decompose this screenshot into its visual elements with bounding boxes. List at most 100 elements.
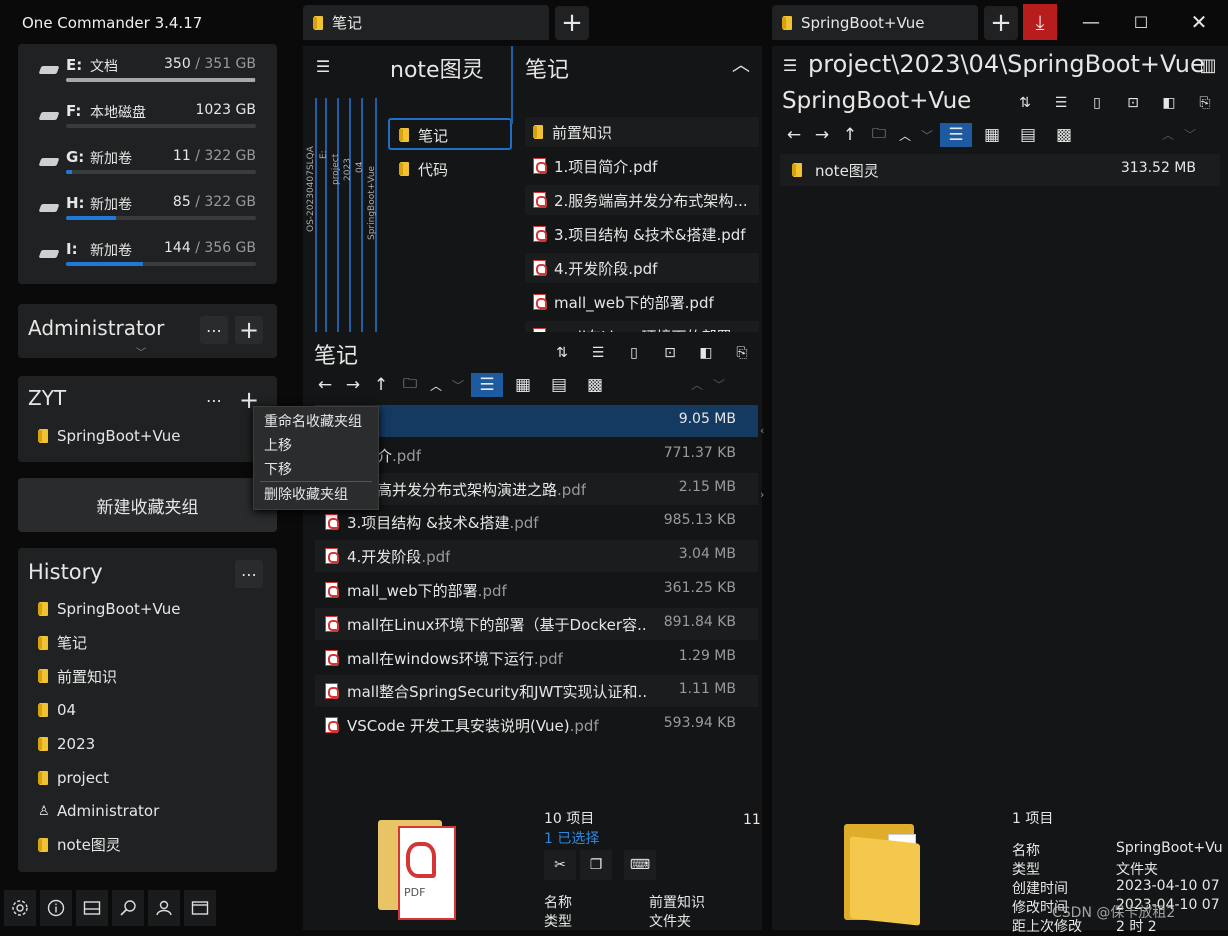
file-row[interactable]: mall在Linux环境下的部署（基于Docker容... 891.84 KB	[315, 607, 758, 640]
chevron-down-icon[interactable]: ﹀	[713, 376, 725, 393]
new-folder-icon[interactable]: ⊡	[1118, 90, 1148, 116]
window-icon[interactable]	[184, 890, 216, 926]
new-file-icon[interactable]: ▯	[1082, 90, 1112, 116]
view-list-icon[interactable]: ☰	[471, 373, 503, 397]
paste-icon[interactable]: ⎘	[1190, 90, 1220, 116]
chevron-down-icon[interactable]: ﹀	[918, 122, 936, 148]
new-tab-button[interactable]: +	[555, 6, 589, 40]
file-row[interactable]: 务端高并发分布式架构演进之路.pdf 2.15 MB	[315, 472, 758, 505]
view-list-icon[interactable]: ☰	[940, 123, 972, 147]
up-icon[interactable]: ↑	[838, 122, 862, 148]
maximize-button[interactable]: ☐	[1118, 4, 1164, 40]
drive-item[interactable]: H: 新加卷 85 / 322 GB	[18, 192, 277, 234]
history-item[interactable]: 2023	[38, 733, 258, 755]
breadcrumb-vertical-item[interactable]: E:	[319, 150, 329, 270]
new-folder-icon[interactable]: ⊡	[655, 340, 685, 366]
breadcrumb-vertical-item[interactable]: project	[331, 154, 341, 274]
back-icon[interactable]: ←	[782, 122, 806, 148]
forward-icon[interactable]: →	[810, 122, 834, 148]
new-group-button[interactable]: 新建收藏夹组	[18, 478, 277, 532]
close-button[interactable]: ✕	[1176, 4, 1222, 40]
view-grid-icon[interactable]: ▦	[507, 373, 539, 397]
collapse-left-icon[interactable]: ‹	[760, 424, 764, 437]
menu-icon[interactable]: ☰	[776, 50, 804, 80]
user-icon[interactable]	[148, 890, 180, 926]
columns-icon[interactable]: ▥	[1194, 50, 1222, 80]
new-file-icon[interactable]: ▯	[619, 340, 649, 366]
column2-item[interactable]: 4.开发阶段.pdf	[525, 253, 759, 283]
column2-item[interactable]: 3.项目结构 &技术&搭建.pdf	[525, 219, 759, 249]
history-item[interactable]: project	[38, 767, 258, 789]
context-menu-item[interactable]: 删除收藏夹组	[260, 481, 372, 505]
history-item[interactable]: 笔记	[38, 632, 258, 654]
menu-icon[interactable]: ☰	[309, 52, 337, 80]
details-icon[interactable]: ☰	[583, 340, 613, 366]
more-icon[interactable]: ⋯	[200, 316, 228, 344]
file-row[interactable]: 3.项目结构 &技术&搭建.pdf 985.13 KB	[315, 506, 758, 538]
column1-item[interactable]: 笔记	[399, 124, 448, 146]
more-icon[interactable]: ⋯	[200, 386, 228, 414]
chevron-up-icon[interactable]: ︿	[691, 376, 703, 393]
info-icon[interactable]	[40, 890, 72, 926]
sort-icon[interactable]: ⇅	[547, 340, 577, 366]
file-row[interactable]: note图灵 313.52 MB	[780, 154, 1220, 186]
context-menu-item[interactable]: 重命名收藏夹组	[254, 409, 378, 433]
more-icon[interactable]: ⋯	[235, 560, 263, 588]
drive-item[interactable]: I: 新加卷 144 / 356 GB	[18, 238, 277, 280]
rename-icon[interactable]: ⌨	[624, 850, 656, 880]
drive-item[interactable]: G: 新加卷 11 / 322 GB	[18, 146, 277, 188]
chevron-up-icon[interactable]: ︿	[427, 372, 445, 398]
download-icon[interactable]: ⤓	[1023, 4, 1057, 40]
history-item[interactable]: note图灵	[38, 834, 258, 856]
splitter[interactable]	[762, 332, 768, 930]
gear-icon[interactable]	[4, 890, 36, 926]
add-icon[interactable]: +	[235, 316, 263, 344]
file-row[interactable]: mall_web下的部署.pdf 361.25 KB	[315, 574, 758, 606]
up-icon[interactable]: ↑	[369, 372, 393, 398]
sort-icon[interactable]: ⇅	[1010, 90, 1040, 116]
new-tab-button[interactable]: +	[984, 6, 1018, 40]
chevron-up-icon[interactable]: ︿	[727, 50, 755, 78]
history-item[interactable]: ♙ Administrator	[38, 800, 258, 822]
paste-icon[interactable]: ⎘	[727, 340, 757, 366]
tab-notes[interactable]: 笔记	[303, 5, 549, 40]
file-row[interactable]: 目简介.pdf771.37 KB	[315, 439, 758, 471]
collapse-right-icon[interactable]: ›	[760, 488, 764, 501]
breadcrumb-vertical-item[interactable]: SpringBoot+Vue	[367, 166, 377, 286]
breadcrumb-vertical-item[interactable]: OS-20230407SLQA	[306, 146, 316, 266]
folder-open-icon[interactable]: 🗀	[397, 372, 423, 398]
column2-item[interactable]: 前置知识	[525, 117, 759, 147]
details-icon[interactable]: ☰	[1046, 90, 1076, 116]
drive-item[interactable]: E: 文档 350 / 351 GB	[18, 54, 277, 96]
column2-item[interactable]: 1.项目简介.pdf	[525, 151, 759, 181]
chevron-up-icon[interactable]: ︿	[1162, 126, 1174, 143]
back-icon[interactable]: ←	[313, 372, 337, 398]
column1-item[interactable]: 代码	[399, 158, 448, 180]
path-bar[interactable]: project\2023\04\SpringBoot+Vue	[808, 50, 1205, 78]
view-grid-icon[interactable]: ▦	[976, 123, 1008, 147]
view-tiles-icon[interactable]: ▤	[543, 373, 575, 397]
chevron-down-icon[interactable]: ﹀	[1184, 126, 1196, 143]
view-large-icon[interactable]: ▩	[1048, 123, 1080, 147]
panel-icon[interactable]	[76, 890, 108, 926]
fav-item[interactable]: SpringBoot+Vue	[38, 426, 180, 446]
drive-item[interactable]: F: 本地磁盘 1023 GB	[18, 100, 277, 142]
column2-item[interactable]: mall在Linux环境下的部署	[525, 321, 759, 332]
file-row[interactable]: mall在windows环境下运行.pdf 1.29 MB	[315, 642, 758, 674]
folder-open-icon[interactable]: 🗀	[866, 122, 892, 148]
minimize-button[interactable]: —	[1068, 4, 1114, 40]
context-menu-item[interactable]: 下移	[254, 457, 378, 481]
history-item[interactable]: SpringBoot+Vue	[38, 598, 258, 620]
column2-item[interactable]: 2.服务端高并发分布式架构...	[525, 185, 759, 215]
view-tiles-icon[interactable]: ▤	[1012, 123, 1044, 147]
chevron-down-icon[interactable]: ﹀	[136, 344, 146, 359]
copy-icon[interactable]: ❐	[580, 850, 612, 880]
history-item[interactable]: 前置知识	[38, 665, 258, 687]
file-row[interactable]: mall整合SpringSecurity和JWT实现认证和... 1.11 MB	[315, 675, 758, 708]
cut-icon[interactable]: ✂	[544, 850, 576, 880]
view-large-icon[interactable]: ▩	[579, 373, 611, 397]
search-icon[interactable]	[112, 890, 144, 926]
note-icon[interactable]: ◧	[691, 340, 721, 366]
forward-icon[interactable]: →	[341, 372, 365, 398]
history-item[interactable]: 04	[38, 699, 258, 721]
